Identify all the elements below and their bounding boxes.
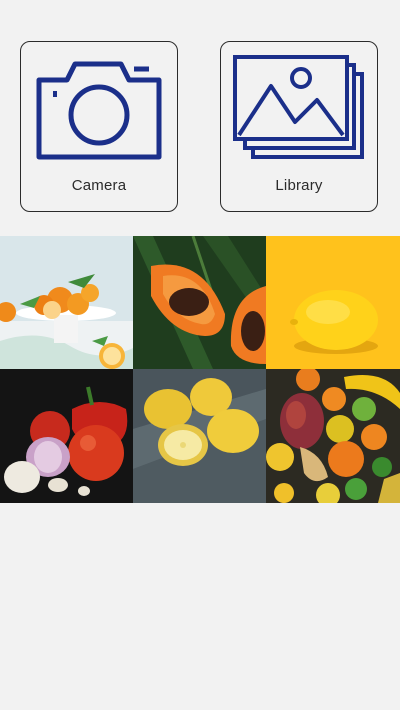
photo-tile-lemons-wood[interactable]	[133, 369, 266, 503]
camera-icon	[36, 61, 162, 160]
photo-grid	[0, 236, 400, 503]
gallery-icon	[233, 55, 364, 159]
photo-tile-papaya[interactable]	[133, 236, 266, 369]
photo-tile-tomatoes[interactable]	[0, 369, 133, 503]
library-label: Library	[275, 177, 323, 194]
camera-button[interactable]: Camera	[20, 41, 178, 212]
photo-tile-oranges[interactable]	[0, 236, 133, 369]
camera-label: Camera	[71, 177, 127, 194]
photo-tile-mixed-fruit[interactable]	[266, 369, 400, 503]
library-button[interactable]: Library	[220, 41, 378, 212]
photo-tile-lemon[interactable]	[266, 236, 400, 369]
